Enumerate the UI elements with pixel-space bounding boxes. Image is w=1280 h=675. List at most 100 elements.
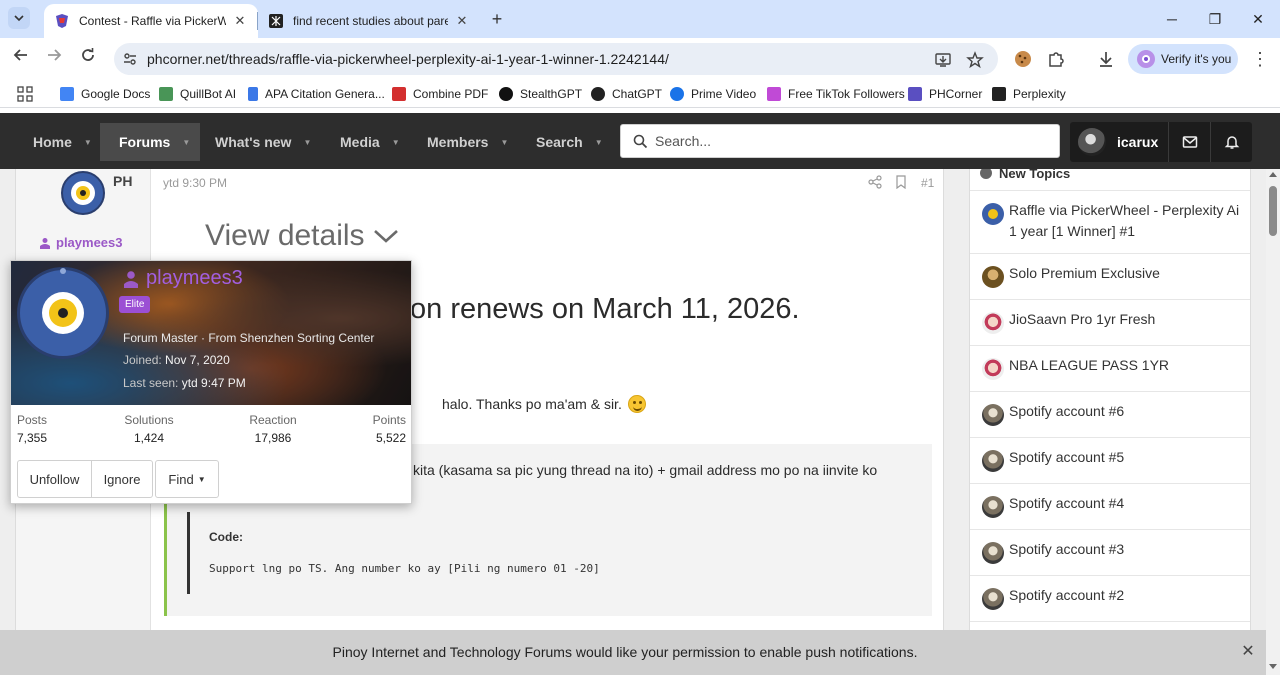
post-timestamp[interactable]: ytd 9:30 PM [163, 176, 227, 190]
topic-title[interactable]: JioSaavn Pro 1yr Fresh [1009, 309, 1245, 330]
address-bar[interactable]: phcorner.net/threads/raffle-via-pickerwh… [114, 43, 998, 75]
code-label: Code: [209, 530, 243, 544]
apps-grid-icon[interactable] [17, 86, 33, 102]
back-button[interactable] [9, 47, 33, 71]
topic-item[interactable]: Solo Premium Exclusive [970, 253, 1250, 299]
scrollbar-thumb[interactable] [1269, 186, 1277, 236]
post-number[interactable]: #1 [921, 176, 934, 190]
minimize-button[interactable]: ─ [1160, 8, 1184, 30]
view-details-toggle[interactable]: View details [205, 219, 399, 253]
stat-posts[interactable]: Posts 7,355 [17, 413, 47, 445]
bookmark-stealthgpt[interactable]: StealthGPT [499, 85, 582, 103]
page-scrollbar[interactable] [1266, 169, 1280, 675]
stat-points[interactable]: Points 5,522 [366, 413, 406, 445]
forward-button[interactable] [42, 47, 66, 71]
topic-avatar[interactable] [982, 312, 1004, 334]
unfollow-button[interactable]: Unfollow [17, 460, 92, 498]
site-search-input[interactable] [655, 125, 1045, 157]
site-info-icon[interactable] [122, 51, 138, 67]
bookmark-prime-video[interactable]: Prime Video [670, 85, 756, 103]
topic-avatar[interactable] [982, 266, 1004, 288]
close-window-button[interactable]: ✕ [1246, 8, 1270, 30]
topic-item[interactable]: Spotify account #6 [970, 391, 1250, 437]
member-username[interactable]: playmees3 [122, 267, 243, 290]
scroll-down-arrow-icon[interactable] [1269, 664, 1277, 669]
topic-item[interactable]: JioSaavn Pro 1yr Fresh [970, 299, 1250, 345]
nav-forums[interactable]: Forums ▼ [100, 123, 201, 161]
user-rank-icon [124, 270, 138, 288]
tab-find-recent-studies[interactable]: find recent studies about paren ✕ [258, 4, 480, 38]
post-author-username[interactable]: playmees3 [39, 235, 123, 250]
nav-search[interactable]: Search ▼ [536, 123, 603, 161]
browser-menu-button[interactable]: ⋮ [1250, 47, 1270, 71]
bookmark-perplexity[interactable]: Perplexity [992, 85, 1066, 103]
bookmark-post-icon[interactable] [894, 175, 908, 189]
topic-item[interactable]: Spotify account #5 [970, 437, 1250, 483]
tab-search-button[interactable] [8, 7, 30, 29]
topic-title[interactable]: Spotify account #6 [1009, 401, 1245, 422]
nav-home[interactable]: Home ▼ [33, 123, 92, 161]
inbox-envelope-icon[interactable] [1182, 134, 1198, 150]
member-actions: Unfollow Ignore Find ▼ [17, 460, 219, 498]
topic-avatar[interactable] [982, 588, 1004, 610]
close-tab-icon[interactable]: ✕ [232, 13, 248, 29]
topic-avatar[interactable] [982, 203, 1004, 225]
bookmark-combine-pdf[interactable]: Combine PDF [392, 85, 488, 103]
topic-item[interactable]: Raffle via PickerWheel - Perplexity Ai 1… [970, 190, 1250, 253]
topic-avatar[interactable] [982, 450, 1004, 472]
install-app-icon[interactable] [934, 51, 952, 69]
reload-button[interactable] [76, 47, 100, 71]
notification-bell-icon[interactable] [1224, 134, 1240, 150]
nav-media[interactable]: Media ▼ [340, 123, 400, 161]
topic-title[interactable]: Spotify account #3 [1009, 539, 1245, 560]
topic-item[interactable]: Spotify account #2 [970, 575, 1250, 621]
extensions-puzzle-icon[interactable] [1046, 49, 1066, 69]
topic-avatar[interactable] [982, 496, 1004, 518]
stat-solutions[interactable]: Solutions 1,424 [124, 413, 174, 445]
post-author-avatar[interactable] [61, 171, 105, 215]
bookmark-google-docs[interactable]: Google Docs [60, 85, 150, 103]
nav-members[interactable]: Members ▼ [427, 123, 508, 161]
topic-title[interactable]: Spotify account #4 [1009, 493, 1245, 514]
topic-avatar[interactable] [982, 542, 1004, 564]
close-notification-icon[interactable]: ✕ [1240, 641, 1256, 661]
site-search-box[interactable] [620, 124, 1060, 158]
bookmark-chatgpt[interactable]: ChatGPT [591, 85, 662, 103]
account-menu[interactable]: icarux [1070, 122, 1252, 162]
tab-contest-raffle[interactable]: Contest - Raffle via PickerWhee ✕ [44, 4, 258, 38]
new-tab-button[interactable]: + [486, 8, 508, 30]
bookmark-phcorner[interactable]: PHCorner [908, 85, 982, 103]
topic-title[interactable]: NBA LEAGUE PASS 1YR [1009, 355, 1245, 376]
stat-reaction[interactable]: Reaction 17,986 [247, 413, 299, 445]
account-username[interactable]: icarux [1117, 134, 1158, 150]
maximize-button[interactable]: ❐ [1203, 8, 1227, 30]
member-avatar[interactable] [17, 267, 109, 359]
topic-avatar[interactable] [982, 358, 1004, 380]
topic-item[interactable]: NBA LEAGUE PASS 1YR [970, 345, 1250, 391]
find-dropdown-button[interactable]: Find ▼ [155, 460, 219, 498]
topic-item[interactable]: Spotify account #4 [970, 483, 1250, 529]
topic-title[interactable]: Solo Premium Exclusive [1009, 263, 1245, 284]
cookie-extension-icon[interactable] [1013, 49, 1033, 69]
bookmark-star-icon[interactable] [966, 51, 984, 69]
topic-title[interactable]: Spotify account #2 [1009, 585, 1245, 606]
topic-title[interactable]: Spotify account #5 [1009, 447, 1245, 468]
downloads-icon[interactable] [1096, 49, 1116, 69]
chevron-down-icon [14, 15, 24, 22]
bookmark-tiktok-followers[interactable]: Free TikTok Followers [767, 85, 905, 103]
topic-avatar[interactable] [982, 404, 1004, 426]
bookmark-quillbot[interactable]: QuillBot AI [159, 85, 236, 103]
close-tab-icon[interactable]: ✕ [454, 13, 470, 29]
scroll-up-arrow-icon[interactable] [1269, 172, 1277, 177]
topic-item[interactable]: Spotify account #3 [970, 529, 1250, 575]
url-text[interactable]: phcorner.net/threads/raffle-via-pickerwh… [147, 51, 669, 67]
ignore-button[interactable]: Ignore [92, 460, 153, 498]
verify-identity-button[interactable]: Verify it's you [1128, 44, 1238, 74]
topic-title[interactable]: Raffle via PickerWheel - Perplexity Ai 1… [1009, 200, 1245, 242]
user-avatar[interactable] [1078, 128, 1106, 156]
code-content[interactable]: Support lng po TS. Ang number ko ay [Pil… [209, 562, 600, 575]
share-icon[interactable] [868, 175, 882, 189]
site-navigation: Home ▼ Forums ▼ What's new ▼ Media ▼ Members… [0, 113, 1280, 169]
nav-whats-new[interactable]: What's new ▼ [215, 123, 311, 161]
bookmark-apa-citation[interactable]: APA Citation Genera... [248, 85, 385, 103]
